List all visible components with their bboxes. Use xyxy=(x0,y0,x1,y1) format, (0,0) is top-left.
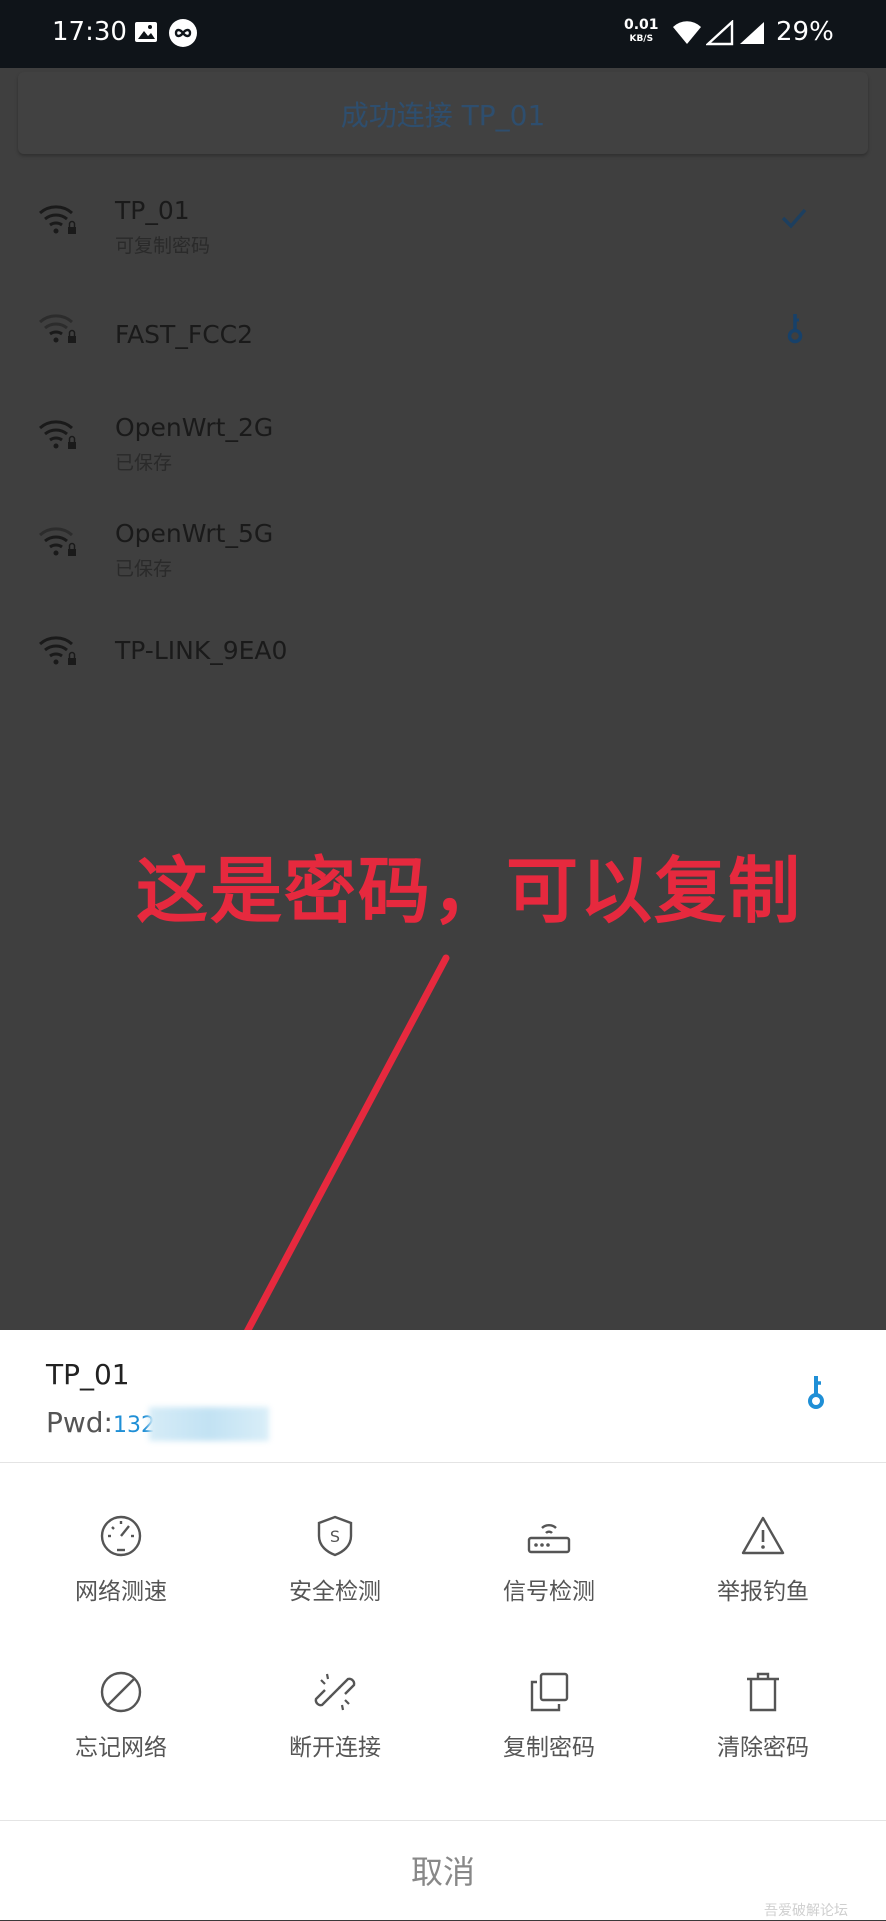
action-disconnect[interactable]: 断开连接 xyxy=(227,1670,443,1800)
watermark: 吾爱破解论坛 xyxy=(764,1903,848,1919)
action-label: 断开连接 xyxy=(289,1735,381,1761)
copy-icon xyxy=(530,1672,569,1712)
action-label: 复制密码 xyxy=(503,1735,595,1761)
action-forget-network[interactable]: 忘记网络 xyxy=(13,1670,229,1800)
network-action-sheet: TP_01 Pwd:132 网络测速 S 安全检测 信号检测 举报钓鱼 忘记网络… xyxy=(0,1330,886,1920)
broken-link-icon xyxy=(314,1673,356,1711)
password-label: Pwd: xyxy=(46,1406,113,1439)
action-label: 安全检测 xyxy=(289,1579,381,1605)
action-speed-test[interactable]: 网络测速 xyxy=(13,1514,229,1644)
cancel-label: 取消 xyxy=(410,1853,475,1891)
action-label: 清除密码 xyxy=(717,1735,809,1761)
sheet-header: TP_01 Pwd:132 xyxy=(0,1330,886,1463)
forbidden-icon xyxy=(100,1671,142,1713)
password-blur-mask xyxy=(149,1407,269,1441)
router-icon xyxy=(527,1523,571,1554)
action-copy-password[interactable]: 复制密码 xyxy=(441,1670,657,1800)
cancel-button[interactable]: 取消 xyxy=(0,1820,886,1921)
action-label: 举报钓鱼 xyxy=(717,1579,809,1605)
action-security-check[interactable]: S 安全检测 xyxy=(227,1514,443,1644)
action-report-phishing[interactable]: 举报钓鱼 xyxy=(655,1514,871,1644)
action-label: 忘记网络 xyxy=(75,1735,167,1761)
warning-icon xyxy=(741,1516,785,1555)
svg-text:S: S xyxy=(330,1527,340,1546)
sheet-ssid: TP_01 xyxy=(46,1358,130,1391)
action-label: 网络测速 xyxy=(75,1579,167,1605)
key-icon[interactable] xyxy=(804,1374,828,1414)
action-clear-password[interactable]: 清除密码 xyxy=(655,1670,871,1800)
speedometer-icon xyxy=(100,1515,142,1557)
action-signal-check[interactable]: 信号检测 xyxy=(441,1514,657,1644)
shield-icon: S xyxy=(317,1515,353,1557)
action-label: 信号检测 xyxy=(503,1579,595,1605)
password-row[interactable]: Pwd:132 xyxy=(46,1406,269,1441)
trash-icon xyxy=(747,1672,779,1712)
